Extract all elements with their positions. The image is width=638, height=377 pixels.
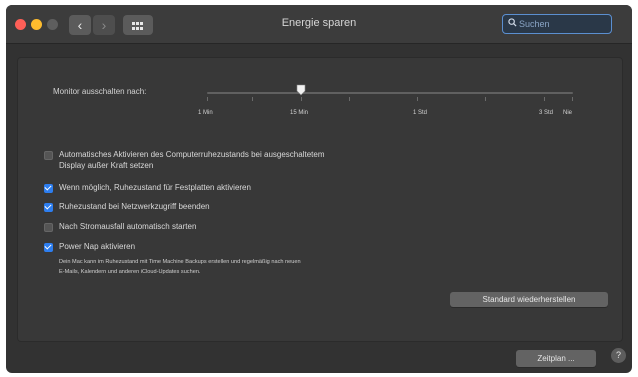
- tick-label-15min: 15 Min: [290, 110, 309, 116]
- settings-panel: Monitor ausschalten nach: 1 Min 15 Min 1…: [17, 57, 623, 342]
- slider-tick: [252, 97, 253, 101]
- slider-tick: [349, 97, 350, 101]
- slider-tick: [544, 97, 545, 101]
- tick-label-nie: Nie: [563, 110, 573, 116]
- checkbox-wake-network[interactable]: [44, 203, 53, 212]
- tick-label-3std: 3 Std: [539, 110, 554, 116]
- option-power-nap-label: Power Nap aktivieren: [59, 242, 136, 251]
- search-icon: [508, 18, 517, 27]
- checkbox-disk-sleep[interactable]: [44, 184, 53, 193]
- option-prevent-sleep-label-line2: Display außer Kraft setzen: [59, 161, 154, 170]
- search-field[interactable]: [502, 14, 612, 34]
- search-input[interactable]: [519, 15, 609, 33]
- help-button[interactable]: ?: [611, 348, 626, 363]
- slider-tick: [301, 97, 302, 101]
- tick-label-1std: 1 Std: [413, 110, 428, 116]
- title-bar: ‹ › Energie sparen: [6, 5, 632, 44]
- restore-defaults-button[interactable]: Standard wiederherstellen: [450, 292, 608, 307]
- option-prevent-sleep-label: Automatisches Aktivieren des Computerruh…: [59, 150, 325, 159]
- power-nap-description: Dein Mac kann im Ruhezustand mit Time Ma…: [59, 259, 301, 265]
- schedule-button[interactable]: Zeitplan ...: [516, 350, 596, 367]
- slider-tick: [572, 97, 573, 101]
- display-sleep-label: Monitor ausschalten nach:: [53, 87, 147, 96]
- tick-label-1min: 1 Min: [198, 110, 213, 116]
- slider-track[interactable]: [207, 92, 573, 94]
- checkbox-power-nap[interactable]: [44, 243, 53, 252]
- slider-tick: [417, 97, 418, 101]
- option-disk-sleep-label: Wenn möglich, Ruhezustand für Festplatte…: [59, 183, 251, 192]
- option-wake-network-label: Ruhezustand bei Netzwerkzugriff beenden: [59, 202, 210, 211]
- option-restart-power-failure-label: Nach Stromausfall automatisch starten: [59, 222, 197, 231]
- power-nap-description-line2: E-Mails, Kalendern und anderen iCloud-Up…: [59, 269, 201, 275]
- checkbox-prevent-sleep[interactable]: [44, 151, 53, 160]
- checkbox-restart-power-failure[interactable]: [44, 223, 53, 232]
- slider-tick: [485, 97, 486, 101]
- slider-tick: [207, 97, 208, 101]
- slider-knob[interactable]: [296, 84, 306, 96]
- preferences-window: ‹ › Energie sparen Monitor ausschalten n…: [6, 5, 632, 373]
